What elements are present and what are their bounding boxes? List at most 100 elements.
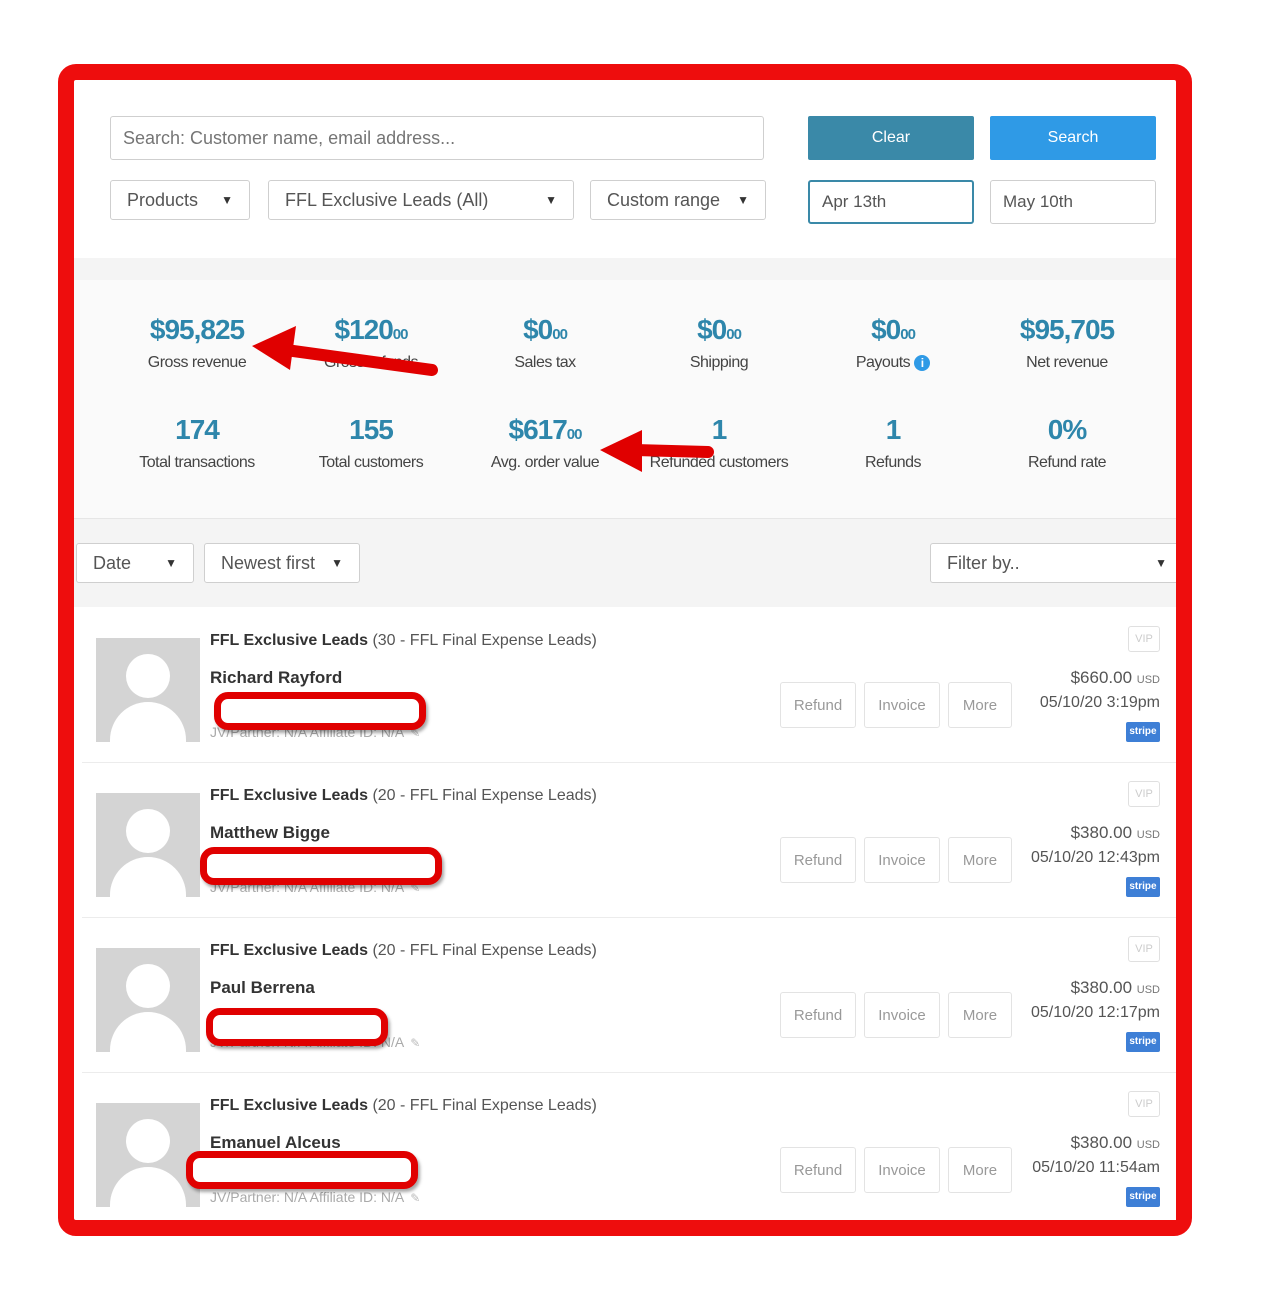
- stat-cents: 00: [566, 426, 583, 443]
- stat-label: Payouts: [855, 354, 911, 371]
- avatar: [96, 793, 200, 897]
- partner-info: JV/Partner: N/A Affiliate ID: N/A: [210, 1189, 405, 1205]
- highlight-frame: Clear Search Products ▼ FFL Exclusive Le…: [58, 64, 1192, 1236]
- product-filter-select[interactable]: FFL Exclusive Leads (All) ▼: [268, 180, 574, 220]
- stat-cents: 00: [552, 326, 568, 343]
- invoice-button[interactable]: Invoice: [864, 992, 940, 1038]
- currency: USD: [1136, 984, 1160, 996]
- product-detail: (20 - FFL Final Expense Leads): [372, 942, 597, 959]
- sort-field-select[interactable]: Date ▼: [76, 543, 194, 583]
- product-name: FFL Exclusive Leads: [210, 1097, 368, 1114]
- stat-value: $0: [697, 314, 727, 345]
- refund-button[interactable]: Refund: [780, 682, 856, 728]
- chevron-down-icon: ▼: [221, 193, 233, 207]
- stat-value: $95,705: [1019, 314, 1115, 345]
- invoice-button[interactable]: Invoice: [864, 1147, 940, 1193]
- stat-value: $95,825: [149, 314, 245, 345]
- more-button[interactable]: More: [948, 682, 1012, 728]
- redaction-mark: [214, 692, 426, 730]
- transaction-datetime: 05/10/20 3:19pm: [1039, 694, 1160, 711]
- stat-value: 1: [711, 414, 728, 445]
- stat-label: Avg. order value: [490, 454, 600, 471]
- invoice-button[interactable]: Invoice: [864, 837, 940, 883]
- transaction-datetime: 05/10/20 11:54am: [1032, 1159, 1160, 1176]
- section-divider: [74, 258, 1176, 281]
- sort-order-select[interactable]: Newest first ▼: [204, 543, 360, 583]
- sort-order-label: Newest first: [221, 552, 316, 573]
- date-to-input[interactable]: [990, 180, 1156, 224]
- stat-shipping: $000 Shipping: [634, 314, 804, 372]
- vip-badge[interactable]: VIP: [1128, 1091, 1160, 1117]
- transaction-row: FFL Exclusive Leads (30 - FFL Final Expe…: [82, 610, 1176, 763]
- stripe-badge: stripe: [1126, 877, 1160, 897]
- pencil-icon[interactable]: ✎: [410, 1191, 420, 1205]
- stat-value: $0: [871, 314, 901, 345]
- product-detail: (20 - FFL Final Expense Leads): [372, 787, 597, 804]
- stat-label: Gross refunds: [324, 354, 418, 371]
- customer-name[interactable]: Richard Rayford: [210, 668, 342, 688]
- stripe-badge: stripe: [1126, 1032, 1160, 1052]
- stat-value: 0%: [1047, 414, 1087, 445]
- stat-refunded-customers: 1 Refunded customers: [634, 414, 804, 472]
- filter-by-select[interactable]: Filter by.. ▼: [930, 543, 1176, 583]
- product-filter-label: FFL Exclusive Leads (All): [285, 189, 489, 210]
- avatar: [96, 638, 200, 742]
- redaction-mark: [186, 1151, 418, 1189]
- stripe-badge: stripe: [1126, 1187, 1160, 1207]
- customer-name[interactable]: Emanuel Alceus: [210, 1133, 341, 1153]
- stat-label: Total transactions: [139, 454, 255, 471]
- stat-label: Refund rate: [1027, 454, 1107, 471]
- vip-badge[interactable]: VIP: [1128, 626, 1160, 652]
- stat-cents: 00: [900, 326, 916, 343]
- stripe-badge: stripe: [1126, 722, 1160, 742]
- currency: USD: [1136, 1139, 1160, 1151]
- stat-sales-tax: $000 Sales tax: [460, 314, 630, 372]
- stat-value: $0: [523, 314, 553, 345]
- chevron-down-icon: ▼: [737, 193, 749, 207]
- stat-label: Refunded customers: [649, 454, 789, 471]
- invoice-button[interactable]: Invoice: [864, 682, 940, 728]
- info-icon[interactable]: i: [914, 354, 931, 371]
- refund-button[interactable]: Refund: [780, 1147, 856, 1193]
- amount: $380.00: [1070, 978, 1133, 997]
- transaction-datetime: 05/10/20 12:43pm: [1031, 849, 1160, 866]
- stat-cents: 00: [726, 326, 742, 343]
- avatar: [96, 1103, 200, 1207]
- stat-refund-rate: 0% Refund rate: [982, 414, 1152, 472]
- transaction-row: FFL Exclusive Leads (20 - FFL Final Expe…: [82, 765, 1176, 918]
- vip-badge[interactable]: VIP: [1128, 936, 1160, 962]
- stat-net-revenue: $95,705 Net revenue: [982, 314, 1152, 372]
- product-detail: (30 - FFL Final Expense Leads): [372, 632, 597, 649]
- stat-cents: 00: [392, 326, 409, 343]
- date-range-select[interactable]: Custom range ▼: [590, 180, 766, 220]
- clear-button[interactable]: Clear: [808, 116, 974, 160]
- customer-name[interactable]: Paul Berrena: [210, 978, 315, 998]
- dashboard-panel: Clear Search Products ▼ FFL Exclusive Le…: [74, 80, 1176, 1220]
- more-button[interactable]: More: [948, 1147, 1012, 1193]
- stat-label: Net revenue: [1026, 354, 1108, 371]
- product-name: FFL Exclusive Leads: [210, 787, 368, 804]
- search-input[interactable]: [110, 116, 764, 160]
- stat-label: Gross revenue: [147, 354, 247, 371]
- product-detail: (20 - FFL Final Expense Leads): [372, 1097, 597, 1114]
- chevron-down-icon: ▼: [1155, 556, 1167, 570]
- customer-name[interactable]: Matthew Bigge: [210, 823, 330, 843]
- chevron-down-icon: ▼: [165, 556, 177, 570]
- products-select[interactable]: Products ▼: [110, 180, 250, 220]
- vip-badge[interactable]: VIP: [1128, 781, 1160, 807]
- currency: USD: [1136, 674, 1160, 686]
- refund-button[interactable]: Refund: [780, 992, 856, 1038]
- filter-by-label: Filter by..: [947, 552, 1020, 573]
- search-button[interactable]: Search: [990, 116, 1156, 160]
- date-from-input[interactable]: [808, 180, 974, 224]
- stat-label: Sales tax: [514, 354, 576, 371]
- list-controls: Date ▼ Newest first ▼ Filter by.. ▼: [74, 518, 1176, 607]
- product-name: FFL Exclusive Leads: [210, 632, 368, 649]
- stats-panel: $95,825 Gross revenue $12000 Gross refun…: [74, 280, 1176, 518]
- redaction-mark: [200, 847, 442, 885]
- refund-button[interactable]: Refund: [780, 837, 856, 883]
- pencil-icon[interactable]: ✎: [410, 1036, 420, 1050]
- more-button[interactable]: More: [948, 837, 1012, 883]
- chevron-down-icon: ▼: [331, 556, 343, 570]
- more-button[interactable]: More: [948, 992, 1012, 1038]
